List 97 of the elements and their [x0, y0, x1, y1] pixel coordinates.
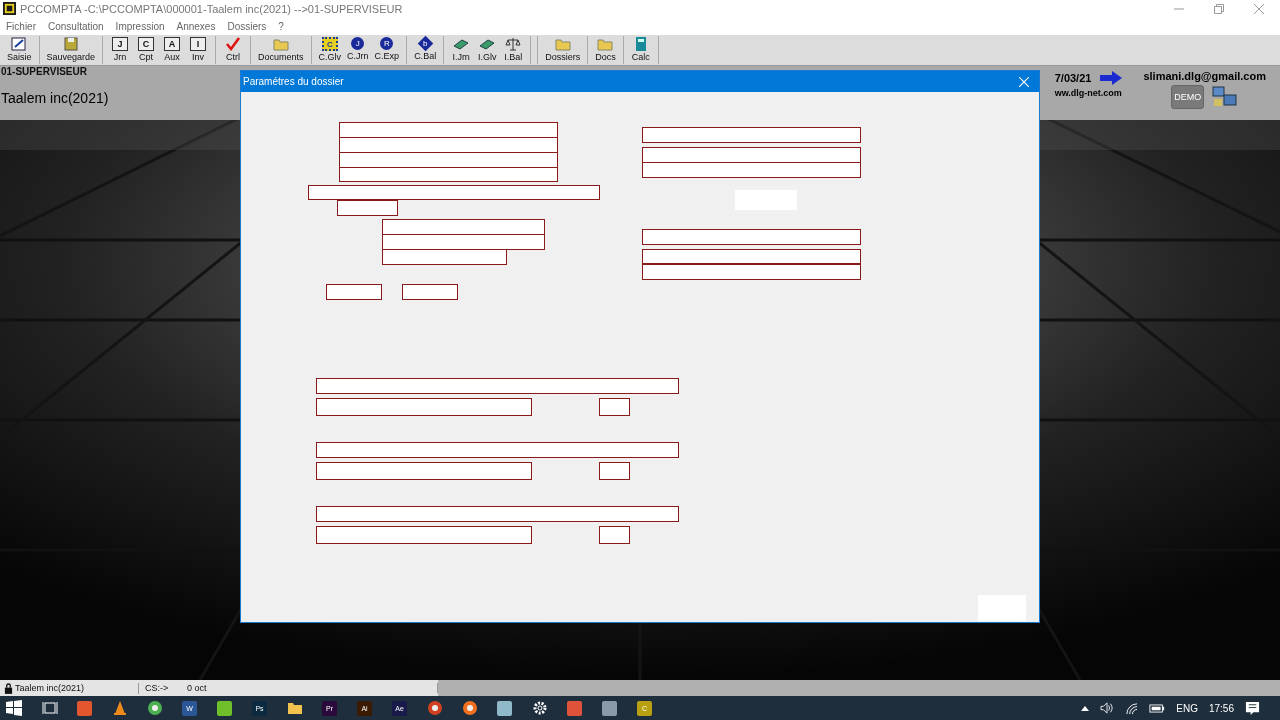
toolbar-button[interactable]: Ctrl	[220, 36, 247, 65]
input-field[interactable]	[642, 162, 861, 178]
input-field[interactable]	[339, 152, 558, 168]
circle-icon[interactable]	[146, 700, 163, 716]
menu-item[interactable]: Consultation	[48, 21, 104, 33]
app-icon	[3, 2, 16, 16]
letter-icon: C	[321, 37, 338, 52]
toolbar-button[interactable]: Dossiers	[542, 36, 584, 65]
input-field[interactable]	[326, 284, 382, 300]
demo-button[interactable]: DEMO	[1171, 85, 1205, 109]
wifi-icon[interactable]	[1125, 701, 1139, 715]
arrow-icon	[1099, 70, 1124, 86]
letter-icon: b	[417, 35, 433, 52]
menu-item[interactable]: Annexes	[176, 21, 216, 33]
menu-item[interactable]: Dossiers	[227, 21, 267, 33]
circle-icon[interactable]	[426, 700, 443, 716]
cone-icon[interactable]	[111, 700, 128, 716]
toolbar-button[interactable]: J C.Jrn	[344, 36, 372, 65]
email-label: slimani.dlg@gmail.com	[1143, 70, 1266, 82]
input-field[interactable]	[339, 122, 558, 138]
network-icon	[1212, 86, 1239, 108]
toolbar-button[interactable]: C Cpt	[133, 36, 160, 65]
input-field[interactable]	[599, 526, 630, 544]
menu-item[interactable]: Impression	[115, 21, 165, 33]
app-icon[interactable]	[217, 700, 232, 716]
input-field[interactable]	[339, 137, 558, 153]
settings-icon[interactable]	[531, 700, 548, 716]
lock-icon	[4, 682, 13, 694]
status-path: CS:->	[144, 683, 170, 693]
input-field[interactable]	[642, 264, 861, 280]
toolbar-button[interactable]: Sauvegarde	[43, 36, 99, 65]
input-field[interactable]	[642, 147, 861, 163]
notification-icon[interactable]	[1245, 700, 1260, 716]
close-icon[interactable]	[1254, 3, 1264, 14]
toolbar-button[interactable]: I.Jrn	[448, 36, 475, 65]
letter-icon: J	[112, 37, 129, 52]
folder-icon[interactable]	[286, 701, 303, 715]
website-label: ww.dlg-net.com	[1054, 88, 1122, 98]
letter-icon: A	[164, 37, 181, 52]
letter-icon: R	[380, 37, 394, 51]
checkmark-icon	[225, 37, 242, 52]
app-icon[interactable]	[602, 700, 617, 716]
company-label: Taalem inc(2021)	[1, 90, 109, 106]
input-field[interactable]	[642, 127, 861, 143]
restore-icon[interactable]	[1214, 3, 1224, 14]
toolbar-button[interactable]: R C.Exp	[371, 36, 403, 65]
input-field[interactable]	[402, 284, 458, 300]
input-field[interactable]	[642, 229, 861, 245]
battery-icon[interactable]	[1149, 703, 1166, 713]
circle-icon[interactable]	[461, 700, 478, 716]
input-field[interactable]	[599, 398, 630, 416]
input-field[interactable]	[308, 185, 600, 200]
scale-icon	[505, 37, 522, 52]
toolbar-button[interactable]: A Aux	[159, 36, 186, 65]
input-field[interactable]	[316, 462, 532, 480]
user-label: 01-SUPERVISEUR	[1, 66, 88, 77]
toolbar-button[interactable]: Documents	[255, 36, 307, 65]
pen-icon	[11, 37, 28, 52]
clock[interactable]: 17:56	[1208, 702, 1234, 714]
task-view-icon[interactable]	[41, 700, 58, 716]
chevron-up-icon[interactable]	[1081, 705, 1090, 711]
input-field[interactable]	[316, 506, 679, 522]
input-field[interactable]	[337, 200, 398, 216]
toolbar-button[interactable]: I.Glv	[474, 36, 501, 65]
input-field[interactable]	[382, 234, 545, 250]
toolbar-button[interactable]: I Inv	[185, 36, 212, 65]
input-field[interactable]	[316, 442, 679, 458]
input-field[interactable]	[382, 219, 545, 235]
app-icon[interactable]	[77, 700, 92, 716]
toolbar-button[interactable]: Saisie	[4, 36, 35, 65]
toolbar-button[interactable]: I.Bal	[500, 36, 527, 65]
toolbar-button[interactable]: b C.Bal	[411, 36, 440, 65]
toolbar-button[interactable]: C C.Glv	[315, 36, 345, 65]
app-icon[interactable]	[567, 700, 582, 716]
input-field[interactable]	[599, 462, 630, 480]
speaker-icon[interactable]	[1100, 702, 1115, 714]
input-field[interactable]	[339, 167, 558, 182]
status-company: Taalem inc(2021)	[15, 683, 85, 693]
date-label: 7/03/21	[1054, 72, 1092, 84]
menu-item[interactable]: ?	[278, 21, 284, 33]
toolbar-button[interactable]: J Jrn	[107, 36, 134, 65]
letter-icon: I	[190, 37, 207, 52]
input-field[interactable]	[642, 249, 861, 264]
toolbar-button[interactable]: Calc	[627, 36, 654, 65]
toolbar-button[interactable]: Docs	[592, 36, 619, 65]
app-icon[interactable]	[497, 700, 512, 716]
letter-icon: J	[351, 37, 365, 51]
input-field[interactable]	[316, 378, 679, 394]
letter-icon: C	[138, 37, 155, 52]
language-indicator[interactable]: ENG	[1176, 702, 1198, 714]
input-field[interactable]	[316, 398, 532, 416]
input-field[interactable]	[382, 249, 507, 265]
dialog-title: Paramétres du dossier	[243, 76, 344, 87]
window-title: PCCOMPTA -C:\PCCOMPTA\000001-Taalem inc(2021) -->01-SUPERVISEUR	[20, 2, 403, 15]
menu-item[interactable]: Fichier	[6, 21, 36, 33]
windows-icon[interactable]	[6, 700, 22, 716]
input-field[interactable]	[316, 526, 532, 544]
